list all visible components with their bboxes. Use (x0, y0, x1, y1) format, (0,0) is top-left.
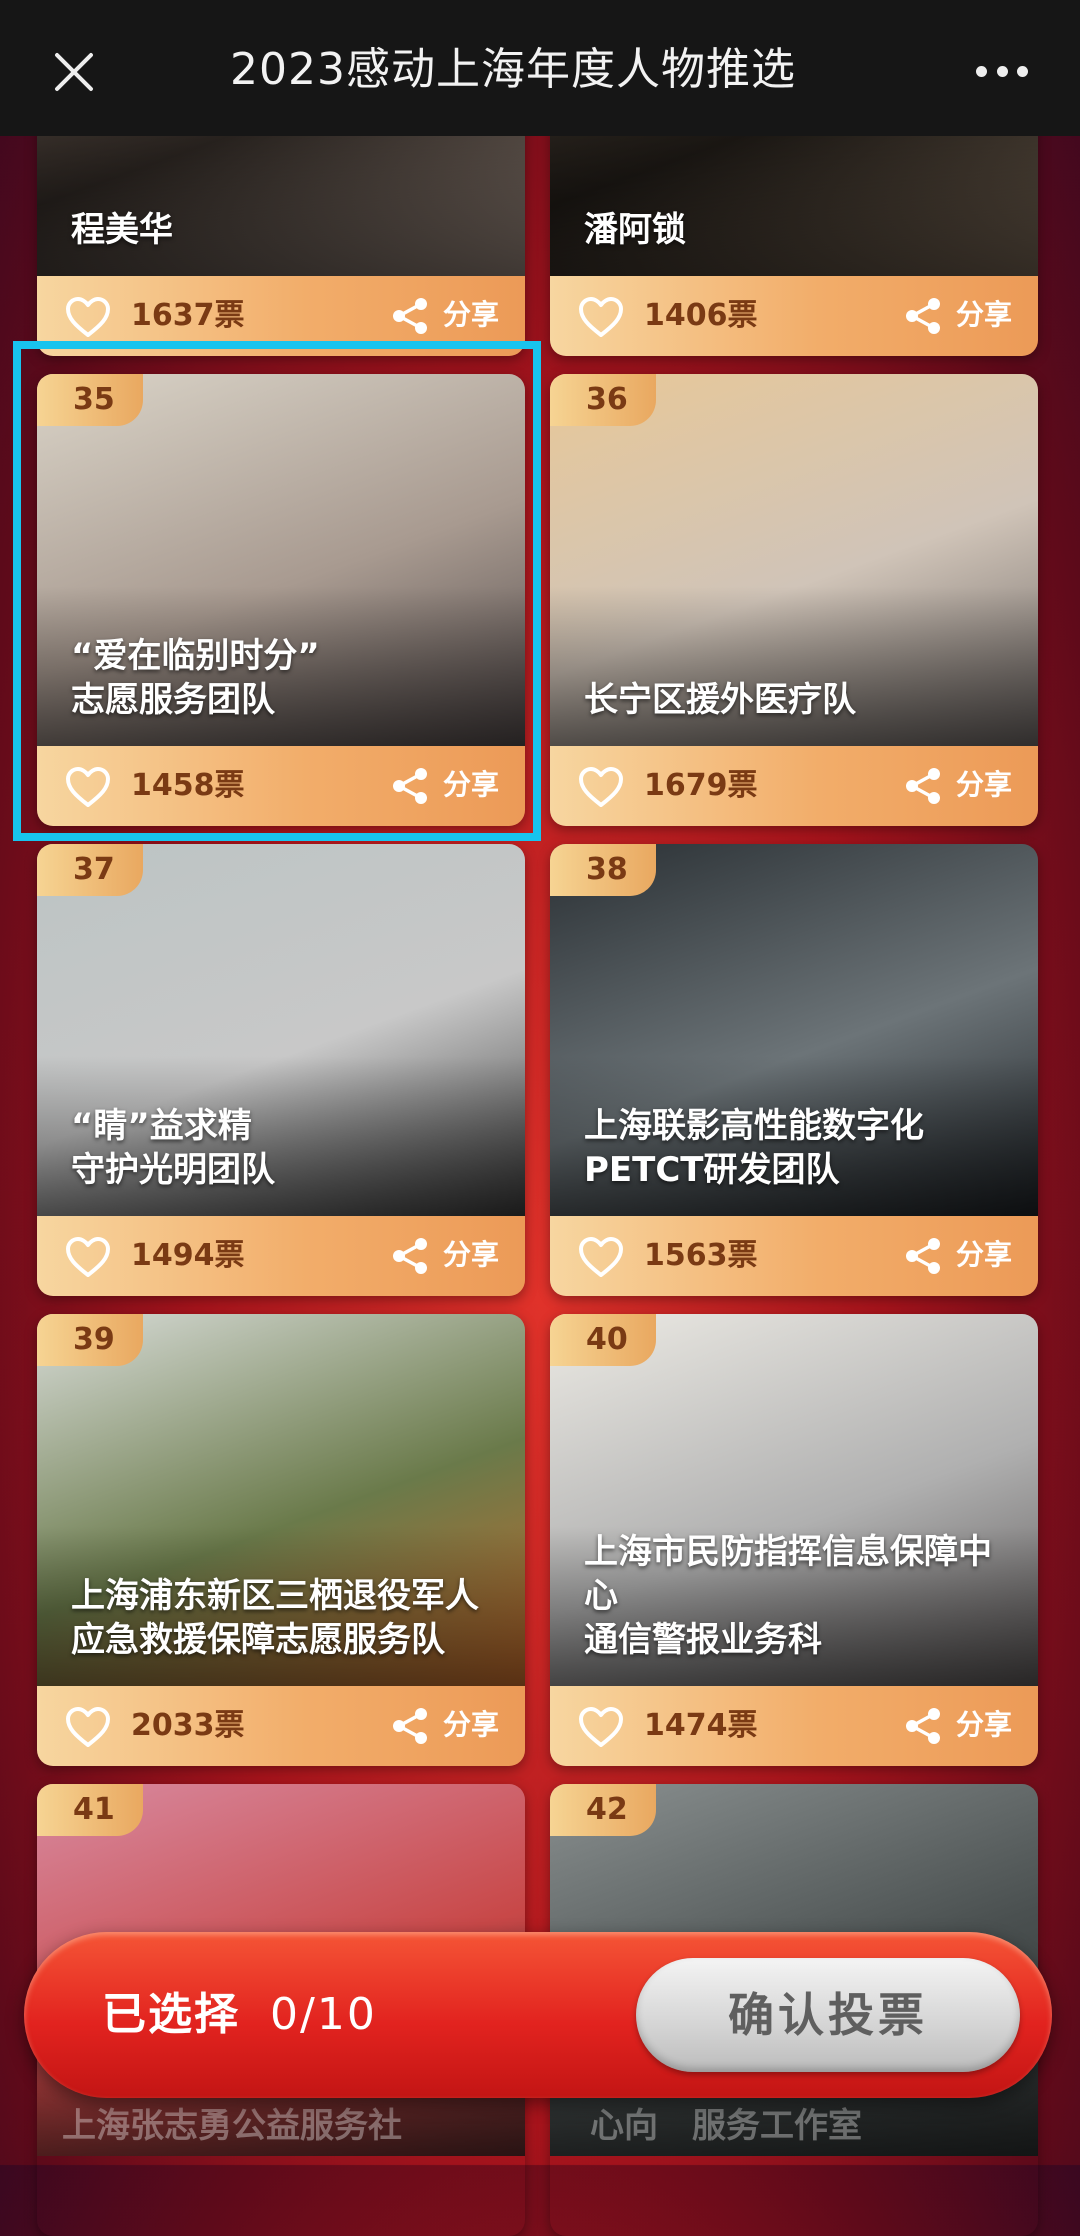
candidate-number: 41 (37, 1784, 143, 1836)
candidate-number: 37 (37, 844, 143, 896)
share-icon[interactable] (904, 1236, 944, 1276)
vote-count: 1679票 (644, 768, 758, 803)
heart-icon[interactable] (65, 296, 111, 338)
vote-bar: 1494票 分享 (37, 1216, 525, 1296)
selected-label: 已选择 (102, 1989, 240, 2040)
candidate-grid: 程美华 1637票 分享 潘阿锁 1406票 分享 35 “爱在临别时分” 志愿… (0, 0, 1080, 2165)
candidate-number: 42 (550, 1784, 656, 1836)
vote-bar: 2033票 分享 (37, 1686, 525, 1766)
share-icon[interactable] (391, 1236, 431, 1276)
candidate-name: “睛”益求精 守护光明团队 (71, 1106, 275, 1190)
candidate-name: 程美华 (71, 210, 173, 250)
vote-bar: 1406票 分享 (550, 276, 1038, 356)
share-icon[interactable] (391, 296, 431, 336)
heart-icon[interactable] (65, 1706, 111, 1748)
share-icon[interactable] (904, 296, 944, 336)
vote-count: 2033票 (131, 1708, 245, 1743)
candidate-number: 39 (37, 1314, 143, 1366)
vote-bar: 1474票 分享 (550, 1686, 1038, 1766)
vote-count: 1494票 (131, 1238, 245, 1273)
hidden-card-name: 心向 服务工作室 (590, 2106, 862, 2146)
candidate-card[interactable]: 37 “睛”益求精 守护光明团队 1494票 分享 (37, 844, 525, 1296)
candidate-name: 上海市民防指挥信息保障中心 通信警报业务科 (584, 1532, 992, 1660)
share-icon[interactable] (391, 1706, 431, 1746)
vote-count: 1406票 (644, 298, 758, 333)
share-button[interactable]: 分享 (956, 746, 1012, 826)
candidate-name: 潘阿锁 (584, 210, 686, 250)
candidate-name: 上海联影高性能数字化 PETCT研发团队 (584, 1106, 924, 1190)
candidate-name: 长宁区援外医疗队 (584, 680, 856, 720)
heart-icon[interactable] (578, 1236, 624, 1278)
candidate-card[interactable]: 40 上海市民防指挥信息保障中心 通信警报业务科 1474票 分享 (550, 1314, 1038, 1766)
candidate-name: 上海浦东新区三栖退役军人 应急救援保障志愿服务队 (71, 1576, 479, 1660)
candidate-number: 40 (550, 1314, 656, 1366)
page-title: 2023感动上海年度人物推选 (230, 44, 796, 95)
selection-highlight (13, 341, 541, 841)
vote-action-bar: 已选择 0/10 确认投票 (24, 1932, 1052, 2098)
candidate-number: 36 (550, 374, 656, 426)
candidate-number: 38 (550, 844, 656, 896)
close-icon[interactable] (52, 50, 96, 94)
vote-count: 1474票 (644, 1708, 758, 1743)
share-icon[interactable] (904, 766, 944, 806)
confirm-vote-button[interactable]: 确认投票 (636, 1958, 1020, 2072)
heart-icon[interactable] (65, 1236, 111, 1278)
share-button[interactable]: 分享 (956, 1216, 1012, 1296)
heart-icon[interactable] (578, 766, 624, 808)
more-options-icon[interactable] (976, 66, 1028, 78)
selected-counter: 已选择 0/10 (102, 1932, 377, 2098)
share-button[interactable]: 分享 (956, 1686, 1012, 1766)
candidate-card[interactable]: 36 长宁区援外医疗队 1679票 分享 (550, 374, 1038, 826)
heart-icon[interactable] (578, 1706, 624, 1748)
share-button[interactable]: 分享 (443, 1216, 499, 1296)
share-icon[interactable] (904, 1706, 944, 1746)
navigation-bar: 2023感动上海年度人物推选 (0, 0, 1080, 136)
vote-bar: 1563票 分享 (550, 1216, 1038, 1296)
vote-count: 1563票 (644, 1238, 758, 1273)
share-button[interactable]: 分享 (443, 1686, 499, 1766)
candidate-card[interactable]: 39 上海浦东新区三栖退役军人 应急救援保障志愿服务队 2033票 分享 (37, 1314, 525, 1766)
hidden-card-name: 上海张志勇公益服务社 (62, 2106, 402, 2146)
selected-count: 0/10 (270, 1989, 377, 2040)
heart-icon[interactable] (578, 296, 624, 338)
share-button[interactable]: 分享 (956, 276, 1012, 356)
vote-bar: 1679票 分享 (550, 746, 1038, 826)
candidate-card[interactable]: 38 上海联影高性能数字化 PETCT研发团队 1563票 分享 (550, 844, 1038, 1296)
